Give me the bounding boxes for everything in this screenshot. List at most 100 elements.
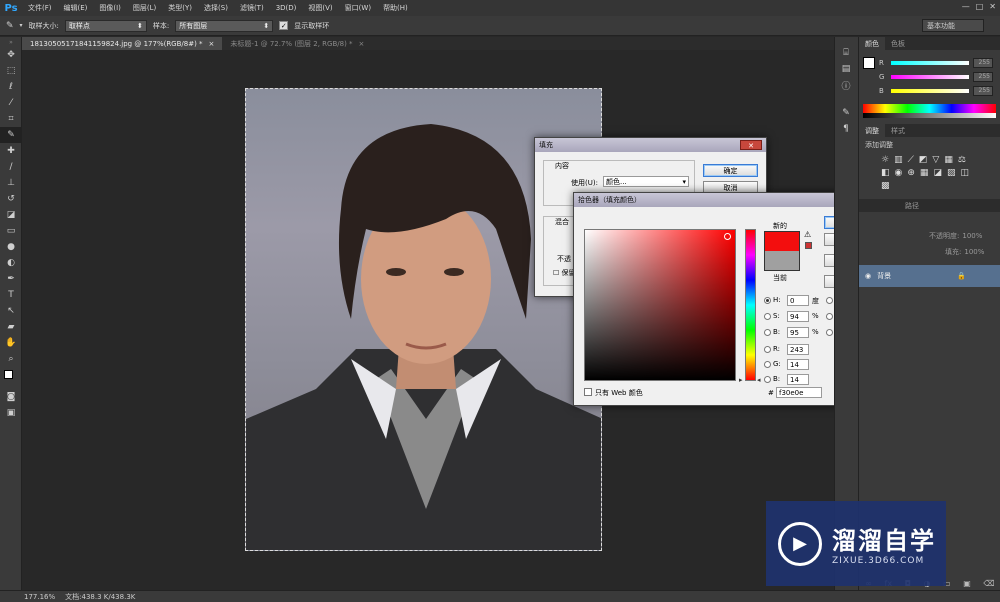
- workspace-select[interactable]: 基本功能: [922, 19, 984, 32]
- green-input[interactable]: 14: [787, 359, 809, 370]
- history-brush-tool-icon[interactable]: ↺: [0, 191, 22, 207]
- menu-filter[interactable]: 滤镜(T): [234, 3, 270, 13]
- crop-tool-icon[interactable]: ⌗: [0, 111, 22, 127]
- web-safe-warning-icon[interactable]: [805, 242, 812, 249]
- green-radio[interactable]: [764, 361, 771, 368]
- foreground-color-icon[interactable]: [4, 370, 13, 379]
- hue-sat-icon[interactable]: ▦: [944, 155, 953, 165]
- path-select-tool-icon[interactable]: ↖: [0, 303, 22, 319]
- menu-image[interactable]: 图像(I): [93, 3, 127, 13]
- brightness-input[interactable]: 95: [787, 327, 809, 338]
- tab-untitled[interactable]: 未标题-1 @ 72.7% (图层 2, RGB/8) * ×: [222, 37, 372, 50]
- close-icon[interactable]: ✕: [740, 140, 762, 150]
- slider-g-track[interactable]: [891, 75, 969, 79]
- zoom-level[interactable]: 177.16%: [24, 593, 55, 601]
- tab-photo[interactable]: 18130505171841159824.jpg @ 177%(RGB/8#) …: [22, 37, 223, 50]
- eyedropper-tool-icon[interactable]: ✎: [0, 127, 22, 143]
- tab-swatches[interactable]: 色板: [885, 37, 911, 50]
- use-select[interactable]: 颜色... ▾: [603, 176, 689, 187]
- menu-layer[interactable]: 图层(L): [127, 3, 162, 13]
- marquee-tool-icon[interactable]: ⬚: [0, 63, 22, 79]
- color-field[interactable]: [584, 229, 736, 381]
- color-lookup-icon[interactable]: ▦: [920, 168, 929, 178]
- channel-mixer-icon[interactable]: ⊕: [907, 168, 915, 178]
- menu-help[interactable]: 帮助(H): [377, 3, 414, 13]
- lab-b-radio[interactable]: [826, 329, 833, 336]
- close-icon[interactable]: ✕: [989, 2, 996, 11]
- hand-tool-icon[interactable]: ✋: [0, 335, 22, 351]
- type-tool-icon[interactable]: T: [0, 287, 22, 303]
- hue-slider[interactable]: [745, 229, 756, 381]
- properties-panel-icon[interactable]: ▤: [835, 61, 857, 77]
- brightness-radio[interactable]: [764, 329, 771, 336]
- menu-type[interactable]: 类型(Y): [162, 3, 198, 13]
- hue-slider-left-icon[interactable]: ▸: [739, 376, 743, 384]
- healing-tool-icon[interactable]: ✚: [0, 143, 22, 159]
- sample-size-select[interactable]: 取样点 ⬍: [64, 19, 147, 32]
- hue-slider-right-icon[interactable]: ◂: [757, 376, 761, 384]
- web-only-checkbox[interactable]: [584, 388, 592, 396]
- color-balance-icon[interactable]: ⚖: [958, 155, 966, 165]
- quick-select-tool-icon[interactable]: ⁄: [0, 95, 22, 111]
- lasso-tool-icon[interactable]: ℓ: [0, 79, 22, 95]
- color-swatches-icon[interactable]: [0, 367, 22, 389]
- slider-r-value[interactable]: 255: [973, 58, 993, 68]
- screen-mode-icon[interactable]: ▣: [0, 405, 22, 421]
- red-radio[interactable]: [764, 346, 771, 353]
- eyedropper-icon[interactable]: ✎: [6, 21, 14, 31]
- tool-preset-arrow-icon[interactable]: ▾: [20, 22, 23, 29]
- blue-radio[interactable]: [764, 376, 771, 383]
- slider-b-track[interactable]: [891, 89, 969, 93]
- exposure-icon[interactable]: ◩: [919, 155, 928, 165]
- red-input[interactable]: 243: [787, 344, 809, 355]
- menu-select[interactable]: 选择(S): [198, 3, 234, 13]
- collapse-icon[interactable]: »: [0, 37, 22, 47]
- fill-ok-button[interactable]: 确定: [703, 164, 758, 177]
- hex-input[interactable]: f30e0e: [776, 387, 822, 398]
- eraser-tool-icon[interactable]: ◪: [0, 207, 22, 223]
- blue-input[interactable]: 14: [787, 374, 809, 385]
- hue-radio[interactable]: [764, 297, 771, 304]
- saturation-radio[interactable]: [764, 313, 771, 320]
- tab-styles[interactable]: 样式: [885, 124, 911, 137]
- dodge-tool-icon[interactable]: ◐: [0, 255, 22, 271]
- info-panel-icon[interactable]: ⓘ: [835, 77, 857, 93]
- close-icon[interactable]: ×: [209, 40, 215, 48]
- show-ring-checkbox[interactable]: ✓: [279, 21, 289, 30]
- visibility-eye-icon[interactable]: ◉: [865, 272, 871, 280]
- tab-paths[interactable]: 路径: [899, 199, 925, 212]
- invert-icon[interactable]: ◪: [933, 168, 942, 178]
- maximize-icon[interactable]: □: [976, 2, 984, 11]
- brightness-icon[interactable]: ☼: [881, 155, 889, 165]
- quick-mask-icon[interactable]: ◙: [0, 389, 22, 405]
- minimize-icon[interactable]: —: [962, 2, 970, 11]
- new-layer-icon[interactable]: ▣: [963, 579, 971, 588]
- saturation-input[interactable]: 94: [787, 311, 809, 322]
- photo-filter-icon[interactable]: ◉: [895, 168, 903, 178]
- selective-color-icon[interactable]: ▩: [881, 181, 890, 191]
- brush-panel-icon[interactable]: ✎: [835, 105, 857, 121]
- fill-dialog-titlebar[interactable]: 填充 ✕: [535, 138, 766, 152]
- menu-edit[interactable]: 编辑(E): [58, 3, 94, 13]
- lab-a-radio[interactable]: [826, 313, 833, 320]
- levels-icon[interactable]: ▥: [894, 155, 903, 165]
- posterize-icon[interactable]: ▨: [947, 168, 956, 178]
- slider-b[interactable]: B 255: [859, 84, 1000, 98]
- slider-r[interactable]: R 255: [859, 56, 1000, 70]
- foreground-swatch-icon[interactable]: [863, 57, 875, 69]
- lab-l-radio[interactable]: [826, 297, 833, 304]
- menu-file[interactable]: 文件(F): [22, 3, 58, 13]
- paragraph-panel-icon[interactable]: ¶: [835, 121, 857, 137]
- tab-adjustments[interactable]: 调整: [859, 124, 885, 137]
- slider-r-track[interactable]: [891, 61, 969, 65]
- vibrance-icon[interactable]: ▽: [932, 155, 939, 165]
- menu-window[interactable]: 窗口(W): [339, 3, 377, 13]
- zoom-tool-icon[interactable]: ⌕: [0, 351, 22, 367]
- trash-icon[interactable]: ⌫: [983, 579, 994, 588]
- doc-size[interactable]: 文档:438.3 K/438.3K: [65, 592, 135, 602]
- slider-g-value[interactable]: 255: [973, 72, 993, 82]
- curves-icon[interactable]: ⟋: [908, 155, 914, 165]
- color-spectrum-bar[interactable]: [863, 104, 996, 118]
- threshold-icon[interactable]: ◫: [960, 168, 969, 178]
- pen-tool-icon[interactable]: ✒: [0, 271, 22, 287]
